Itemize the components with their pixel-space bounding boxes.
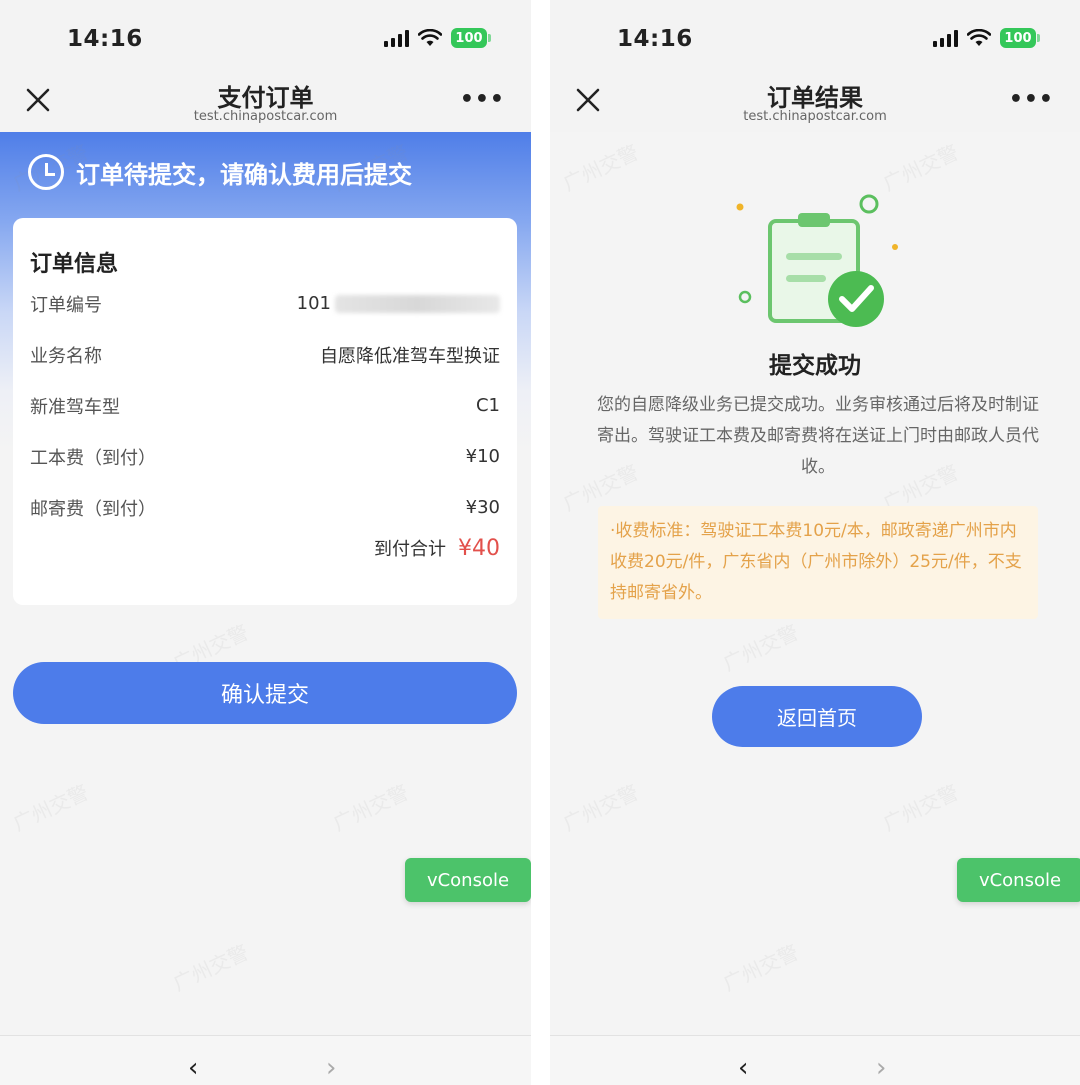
row-value: 自愿降低准驾车型换证: [320, 345, 500, 367]
production-fee-row: 工本费（到付） ¥10: [30, 431, 500, 482]
order-number-row: 订单编号 101: [30, 278, 500, 329]
back-arrow-icon[interactable]: ‹: [188, 1055, 198, 1081]
page-host: test.chinapostcar.com: [193, 109, 338, 124]
page-title: 订单结果: [767, 84, 863, 112]
forward-arrow-icon[interactable]: ›: [876, 1055, 886, 1081]
row-value: C1: [475, 395, 500, 416]
page-title: 支付订单: [217, 84, 314, 112]
vconsole-button[interactable]: vConsole: [405, 858, 531, 902]
wifi-icon: [967, 29, 991, 46]
status-time: 14:16: [67, 26, 143, 52]
browser-toolbar: ‹ ›: [0, 1035, 531, 1085]
row-label: 新准驾车型: [30, 396, 120, 418]
status-banner: 订单待提交，请确认费用后提交: [28, 154, 412, 190]
fee-notice: ·收费标准：驾驶证工本费10元/本，邮政寄递广州市内收费20元/件，广东省内（广…: [598, 506, 1038, 619]
row-label: 订单编号: [30, 294, 102, 316]
clipboard-success-illustration: [736, 194, 898, 327]
result-title: 提交成功: [769, 353, 861, 379]
watermark: 广州交警: [559, 140, 642, 196]
battery-icon: 100: [1000, 28, 1040, 48]
back-arrow-icon[interactable]: ‹: [738, 1055, 748, 1081]
battery-icon: 100: [451, 28, 491, 48]
page-host: test.chinapostcar.com: [743, 109, 887, 124]
wifi-icon: [418, 29, 442, 46]
business-name-row: 业务名称 自愿降低准驾车型换证: [30, 329, 500, 380]
banner-text: 订单待提交，请确认费用后提交: [76, 160, 412, 189]
row-label: 邮寄费（到付）: [30, 498, 156, 520]
browser-toolbar: ‹ ›: [550, 1035, 1080, 1085]
signal-icon: [933, 29, 958, 47]
result-description: 您的自愿降级业务已提交成功。业务审核通过后将及时制证寄出。驾驶证工本费及邮寄费将…: [597, 395, 1039, 477]
status-bar: 14:16 100: [550, 0, 1080, 70]
signal-icon: [384, 29, 409, 47]
watermark: 广州交警: [9, 780, 92, 836]
total-amount: ¥40: [458, 536, 500, 561]
more-icon[interactable]: •••: [460, 89, 505, 111]
postage-fee-row: 邮寄费（到付） ¥30: [30, 482, 500, 533]
vconsole-button[interactable]: vConsole: [957, 858, 1080, 902]
status-time: 14:16: [617, 26, 693, 52]
total-label: 到付合计: [374, 539, 446, 560]
card-title: 订单信息: [30, 252, 119, 277]
row-label: 工本费（到付）: [30, 447, 156, 469]
forward-arrow-icon[interactable]: ›: [326, 1055, 336, 1081]
status-bar: 14:16 100: [0, 0, 531, 70]
watermark: 广州交警: [169, 940, 252, 996]
result-screen: 14:16 100 订单结果 test.chinapostcar.com •••…: [550, 0, 1080, 1085]
order-info-card: 订单信息 订单编号 101 业务名称 自愿降低准驾车型换证 新准驾车型 C1 工…: [13, 218, 517, 605]
clock-icon: [28, 154, 64, 190]
nav-bar: 订单结果 test.chinapostcar.com •••: [550, 70, 1080, 132]
nav-bar: 支付订单 test.chinapostcar.com •••: [0, 70, 531, 132]
redacted-text: [335, 295, 500, 313]
return-home-button[interactable]: 返回首页: [712, 686, 922, 747]
watermark: 广州交警: [719, 940, 802, 996]
row-value: ¥10: [465, 446, 500, 467]
license-class-row: 新准驾车型 C1: [30, 380, 500, 431]
total-row: 到付合计 ¥40: [30, 535, 500, 561]
row-label: 业务名称: [30, 345, 102, 367]
order-number-value: 101: [296, 293, 331, 314]
watermark: 广州交警: [879, 780, 962, 836]
watermark: 广州交警: [559, 780, 642, 836]
more-icon[interactable]: •••: [1009, 89, 1054, 111]
watermark: 广州交警: [719, 620, 802, 676]
row-value: ¥30: [465, 497, 500, 518]
payment-screen: 14:16 100 支付订单 test.chinapostcar.com •••…: [0, 0, 531, 1085]
watermark: 广州交警: [329, 780, 412, 836]
confirm-submit-button[interactable]: 确认提交: [13, 662, 517, 724]
